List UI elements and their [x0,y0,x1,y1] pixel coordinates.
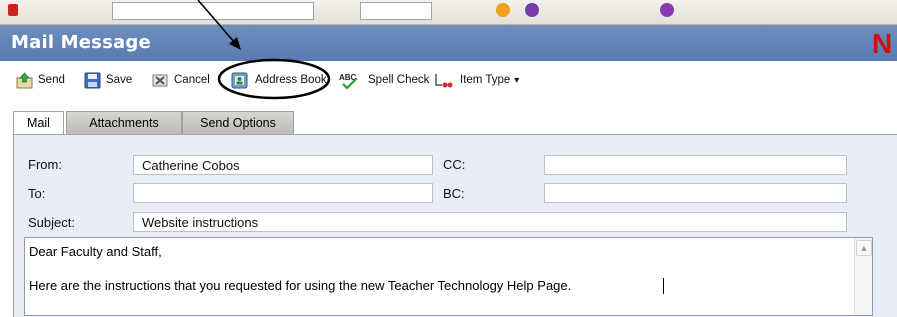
cc-label: CC: [443,157,466,172]
item-type-button[interactable]: Item Type ▾ [433,70,519,90]
browser-top-strip [0,0,897,25]
cc-field[interactable] [544,155,847,175]
from-label: From: [28,157,62,172]
to-label: To: [28,186,46,201]
bc-label: BC: [443,186,465,201]
address-book-button[interactable]: Address Book [230,70,327,90]
spell-check-icon: ABC [339,72,363,90]
message-line-1: Dear Faculty and Staff, [29,244,162,259]
cancel-icon [152,72,169,89]
item-type-icon [433,72,455,89]
save-button[interactable]: Save [84,70,132,90]
spell-check-label: Spell Check [368,74,430,86]
save-icon [84,72,101,89]
tab-send-options[interactable]: Send Options [182,111,294,135]
from-field[interactable]: Catherine Cobos [133,155,433,175]
message-line-2: Here are the instructions that you reque… [29,278,572,293]
address-book-label: Address Book [255,74,327,86]
cancel-button[interactable]: Cancel [152,70,210,90]
toolbar-icon-orange[interactable] [496,3,510,17]
toolbar: Send Save Cancel Address Book ABC Spell … [0,61,897,98]
spell-check-button[interactable]: ABC Spell Check [339,70,429,90]
send-icon [16,71,33,89]
top-toolbar-input[interactable] [112,2,314,20]
message-body[interactable]: Dear Faculty and Staff, Here are the ins… [24,237,873,316]
to-field[interactable] [133,183,433,203]
cancel-label: Cancel [174,74,210,86]
tab-mail[interactable]: Mail [13,111,64,135]
toolbar-icon-purple-2[interactable] [660,3,674,17]
text-cursor [663,278,664,294]
title-bar: Mail Message N [0,25,897,61]
subject-label: Subject: [28,215,75,230]
top-toolbar-input-2[interactable] [360,2,432,20]
toolbar-icon-purple[interactable] [525,3,539,17]
toolbar-icon-red[interactable] [8,4,18,16]
chevron-down-icon: ▾ [514,74,520,86]
address-book-icon [230,70,250,90]
send-button[interactable]: Send [16,70,65,90]
tab-attachments[interactable]: Attachments [66,111,182,135]
save-label: Save [106,74,133,86]
bc-field[interactable] [544,183,847,203]
send-label: Send [38,74,65,86]
window-title: Mail Message [11,32,151,53]
item-type-label: Item Type [460,74,511,86]
scroll-up-icon[interactable]: ▲ [856,240,872,256]
subject-field[interactable]: Website instructions [133,212,847,232]
message-scrollbar[interactable]: ▲ [854,238,872,315]
brand-logo: N [872,28,893,59]
